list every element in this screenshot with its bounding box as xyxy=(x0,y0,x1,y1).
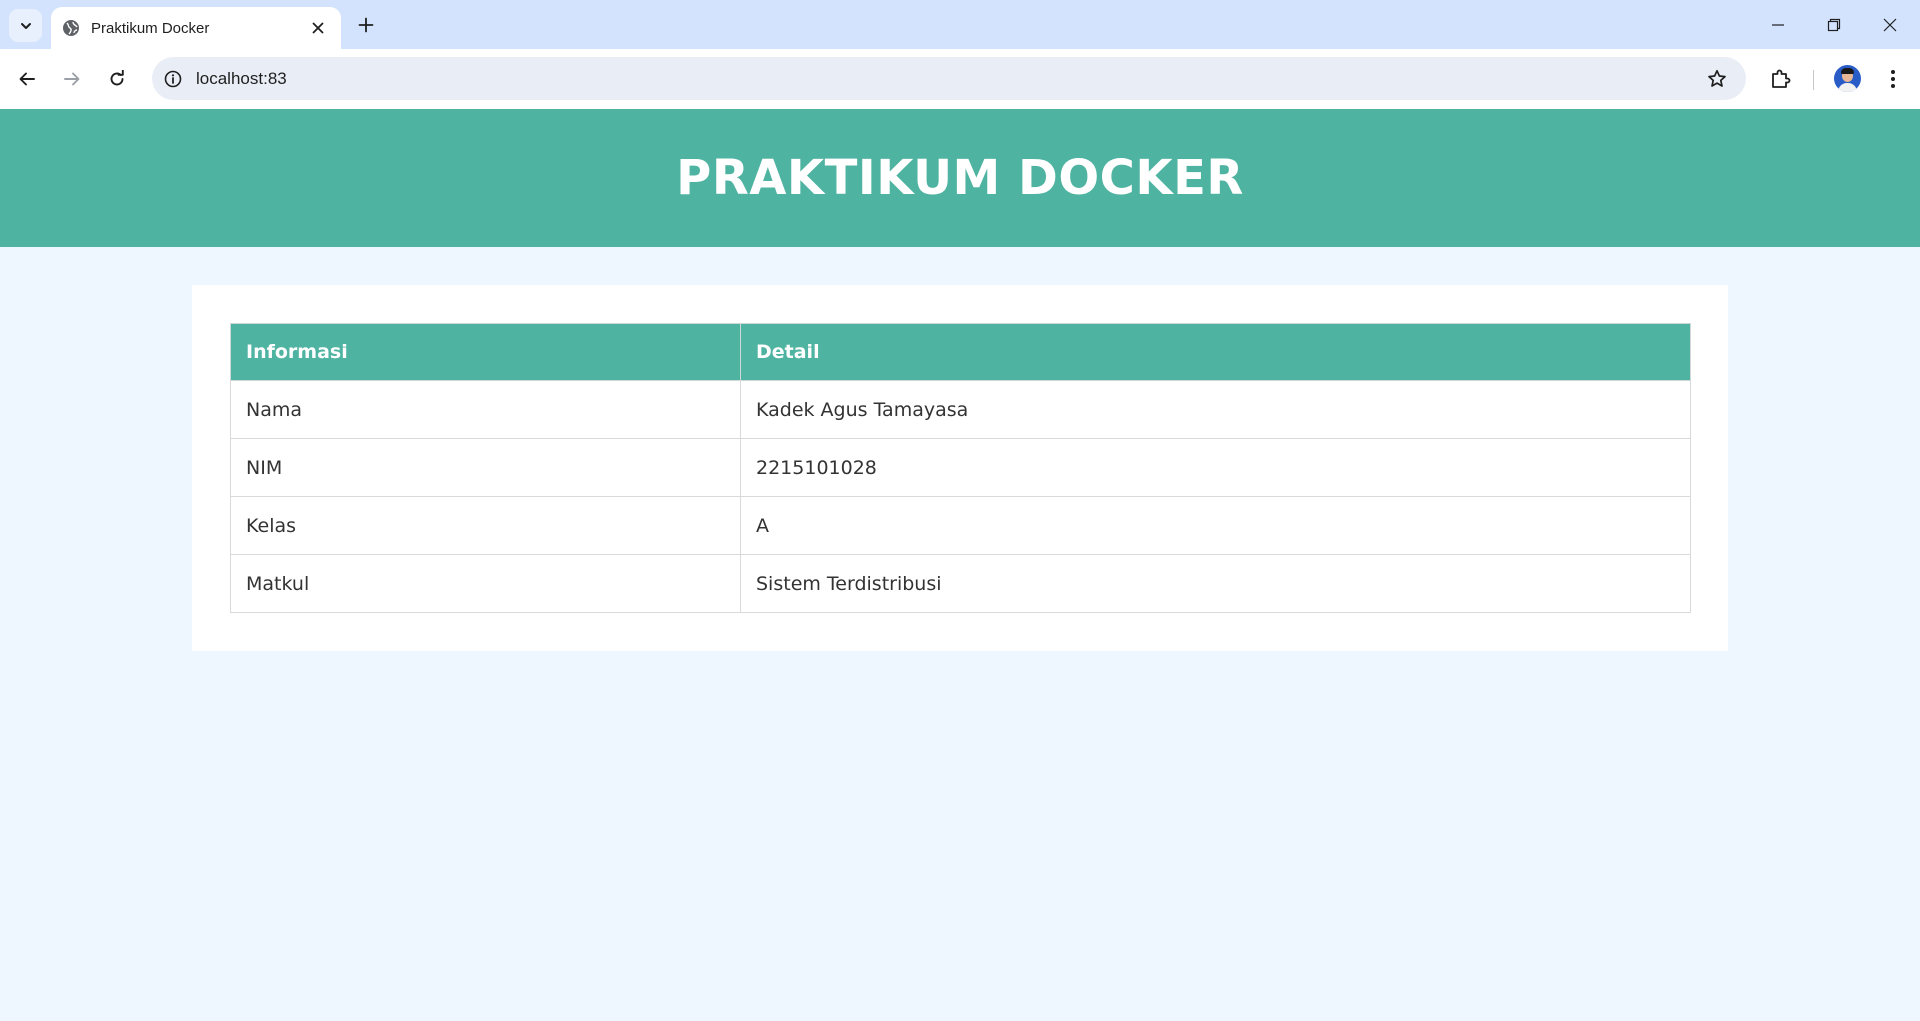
globe-icon xyxy=(61,18,81,38)
url-text[interactable]: localhost:83 xyxy=(196,69,1702,89)
plus-icon xyxy=(358,17,374,33)
table-cell-label: Nama xyxy=(230,380,741,439)
table-row-matkul: Matkul Sistem Terdistribusi xyxy=(230,554,1691,613)
table-cell-value: A xyxy=(740,496,1691,555)
close-window-button[interactable] xyxy=(1862,0,1918,49)
close-window-icon xyxy=(1883,18,1897,31)
forward-button[interactable] xyxy=(55,62,89,96)
page-header: PRAKTIKUM DOCKER xyxy=(0,109,1920,247)
back-arrow-icon xyxy=(19,72,35,86)
reload-icon xyxy=(110,70,124,86)
table-row-kelas: Kelas A xyxy=(230,496,1691,555)
back-button[interactable] xyxy=(10,62,44,96)
kebab-menu-icon xyxy=(1891,70,1895,88)
close-icon[interactable] xyxy=(307,17,329,39)
browser-tab-active[interactable]: Praktikum Docker xyxy=(51,7,341,49)
table-cell-value: 2215101028 xyxy=(740,438,1691,497)
address-bar[interactable]: localhost:83 xyxy=(152,57,1746,100)
table-row-nama: Nama Kadek Agus Tamayasa xyxy=(230,380,1691,439)
table-cell-value: Kadek Agus Tamayasa xyxy=(740,380,1691,439)
column-header-informasi: Informasi xyxy=(230,323,741,381)
minimize-icon xyxy=(1772,23,1784,26)
info-icon[interactable] xyxy=(160,66,186,92)
star-icon[interactable] xyxy=(1702,64,1732,94)
browser-toolbar: localhost:83 xyxy=(0,49,1920,109)
tab-search-button[interactable] xyxy=(9,9,42,42)
info-card: Informasi Detail Nama Kadek Agus Tamayas… xyxy=(192,285,1728,651)
minimize-button[interactable] xyxy=(1750,0,1806,49)
restore-icon xyxy=(1827,18,1841,31)
table-cell-label: Kelas xyxy=(230,496,741,555)
column-header-detail: Detail xyxy=(740,323,1691,381)
avatar-body xyxy=(1838,83,1857,92)
info-table: Informasi Detail Nama Kadek Agus Tamayas… xyxy=(230,323,1691,613)
web-page: PRAKTIKUM DOCKER Informasi Detail Nama K… xyxy=(0,109,1920,1021)
new-tab-button[interactable] xyxy=(352,11,380,39)
table-cell-value: Sistem Terdistribusi xyxy=(740,554,1691,613)
table-cell-label: NIM xyxy=(230,438,741,497)
toolbar-separator xyxy=(1813,70,1814,90)
browser-tabstrip: Praktikum Docker xyxy=(0,0,1920,49)
tab-title: Praktikum Docker xyxy=(91,19,210,37)
table-cell-label: Matkul xyxy=(230,554,741,613)
profile-avatar[interactable] xyxy=(1834,65,1861,92)
puzzle-icon xyxy=(1772,69,1791,88)
page-title: PRAKTIKUM DOCKER xyxy=(676,150,1244,206)
browser-menu-button[interactable] xyxy=(1876,62,1910,96)
avatar-hair xyxy=(1841,68,1854,74)
chevron-down-icon xyxy=(20,22,31,29)
extensions-button[interactable] xyxy=(1764,62,1798,96)
reload-button[interactable] xyxy=(100,62,134,96)
forward-arrow-icon xyxy=(64,72,80,86)
table-header-row: Informasi Detail xyxy=(230,323,1691,381)
table-row-nim: NIM 2215101028 xyxy=(230,438,1691,497)
restore-button[interactable] xyxy=(1806,0,1862,49)
